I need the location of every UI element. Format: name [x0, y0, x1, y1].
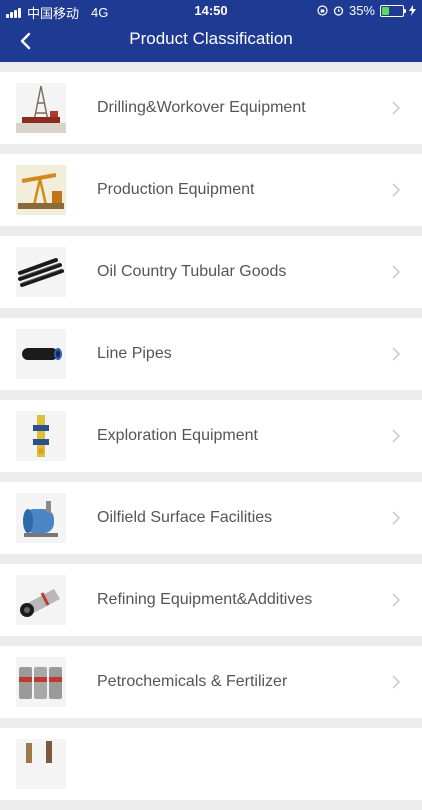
chevron-right-icon: [392, 593, 401, 607]
app-header: 中国移动 4G 14:50 35% Product Classification: [0, 0, 422, 62]
category-label: Petrochemicals & Fertilizer: [97, 673, 288, 690]
page-title: Product Classification: [129, 29, 293, 48]
category-label: Oilfield Surface Facilities: [97, 509, 273, 526]
category-item-surface-facilities[interactable]: Oilfield Surface Facilities: [0, 482, 422, 554]
line-pipe-icon: [16, 329, 66, 379]
chemical-drums-icon: [16, 657, 66, 707]
refining-equipment-icon: [16, 575, 66, 625]
category-item-production[interactable]: Production Equipment: [0, 154, 422, 226]
category-label: Drilling&Workover Equipment: [97, 99, 306, 116]
battery-percent: 35%: [348, 3, 375, 18]
category-item-exploration[interactable]: Exploration Equipment: [0, 400, 422, 472]
category-item-tubular-goods[interactable]: Oil Country Tubular Goods: [0, 236, 422, 308]
category-label: Production Equipment: [97, 181, 255, 198]
chevron-right-icon: [392, 101, 401, 115]
category-item-petrochemicals[interactable]: Petrochemicals & Fertilizer: [0, 646, 422, 718]
pumpjack-icon: [16, 165, 66, 215]
battery-icon: [380, 4, 406, 17]
nav-bar: Product Classification: [0, 22, 422, 62]
alarm-icon: [333, 6, 344, 16]
drilling-rig-icon: [16, 83, 66, 133]
chevron-right-icon: [392, 675, 401, 689]
chevron-right-icon: [392, 347, 401, 361]
chevron-right-icon: [392, 265, 401, 279]
category-list: Drilling&Workover Equipment Production E…: [0, 72, 422, 810]
partial-item-icon: [16, 739, 66, 789]
tubular-pipes-icon: [16, 247, 66, 297]
chevron-right-icon: [392, 183, 401, 197]
exploration-tool-icon: [16, 411, 66, 461]
rotation-lock-icon: [317, 5, 328, 16]
category-item-drilling[interactable]: Drilling&Workover Equipment: [0, 72, 422, 144]
battery-fill: [382, 6, 389, 15]
category-item-refining[interactable]: Refining Equipment&Additives: [0, 564, 422, 636]
category-label: Line Pipes: [97, 345, 172, 362]
category-label: Exploration Equipment: [97, 427, 258, 444]
category-label: Oil Country Tubular Goods: [97, 263, 287, 280]
chevron-right-icon: [392, 511, 401, 525]
surface-facility-icon: [16, 493, 66, 543]
category-item-line-pipes[interactable]: Line Pipes: [0, 318, 422, 390]
chevron-right-icon: [392, 429, 401, 443]
category-label: Refining Equipment&Additives: [97, 591, 313, 608]
category-item-partial[interactable]: [0, 728, 422, 800]
charging-bolt-icon: [409, 5, 416, 16]
status-bar: 中国移动 4G 14:50 35%: [0, 0, 422, 22]
